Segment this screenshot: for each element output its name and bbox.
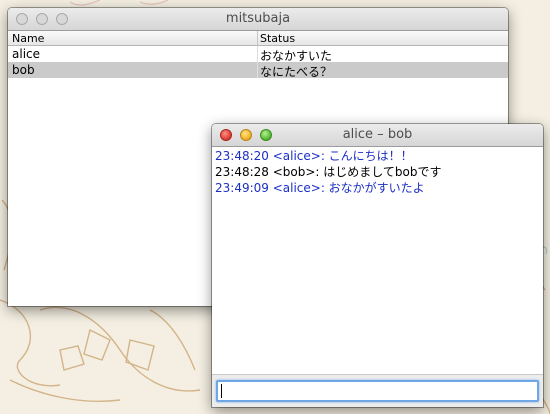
table-row-bob[interactable]: bob なにたべる？ (8, 62, 508, 79)
chat-message: 23:49:09 <alice>: おなかがすいたよ (215, 181, 425, 195)
cell-name: bob (12, 63, 35, 77)
cell-name: alice (12, 47, 41, 61)
window-title: alice – bob (342, 127, 413, 142)
message-input-bar (212, 375, 543, 407)
message-input[interactable] (216, 380, 539, 402)
cell-divider (257, 46, 258, 62)
chat-message: 23:48:20 <alice>: こんにちは！！ (215, 149, 413, 163)
cell-status: なにたべる？ (260, 65, 333, 79)
chat-titlebar[interactable]: alice – bob (212, 124, 543, 147)
text-cursor (221, 384, 222, 398)
column-header-status[interactable]: Status (260, 32, 295, 45)
column-header-name[interactable]: Name (12, 32, 44, 45)
buddy-list-titlebar[interactable]: mitsubaja (8, 8, 508, 31)
cell-divider (257, 62, 258, 78)
chat-log[interactable]: 23:48:20 <alice>: こんにちは！！ 23:48:28 <bob>… (212, 147, 543, 375)
column-divider[interactable] (257, 31, 258, 45)
chat-message: 23:48:28 <bob>: はじめましてbobです (215, 165, 442, 179)
table-header: Name Status (8, 31, 508, 46)
table-row-alice[interactable]: alice おなかすいた (8, 46, 508, 63)
chat-window: alice – bob 23:48:20 <alice>: こんにちは！！ 23… (212, 124, 543, 407)
window-title: mitsubaja (225, 11, 291, 26)
